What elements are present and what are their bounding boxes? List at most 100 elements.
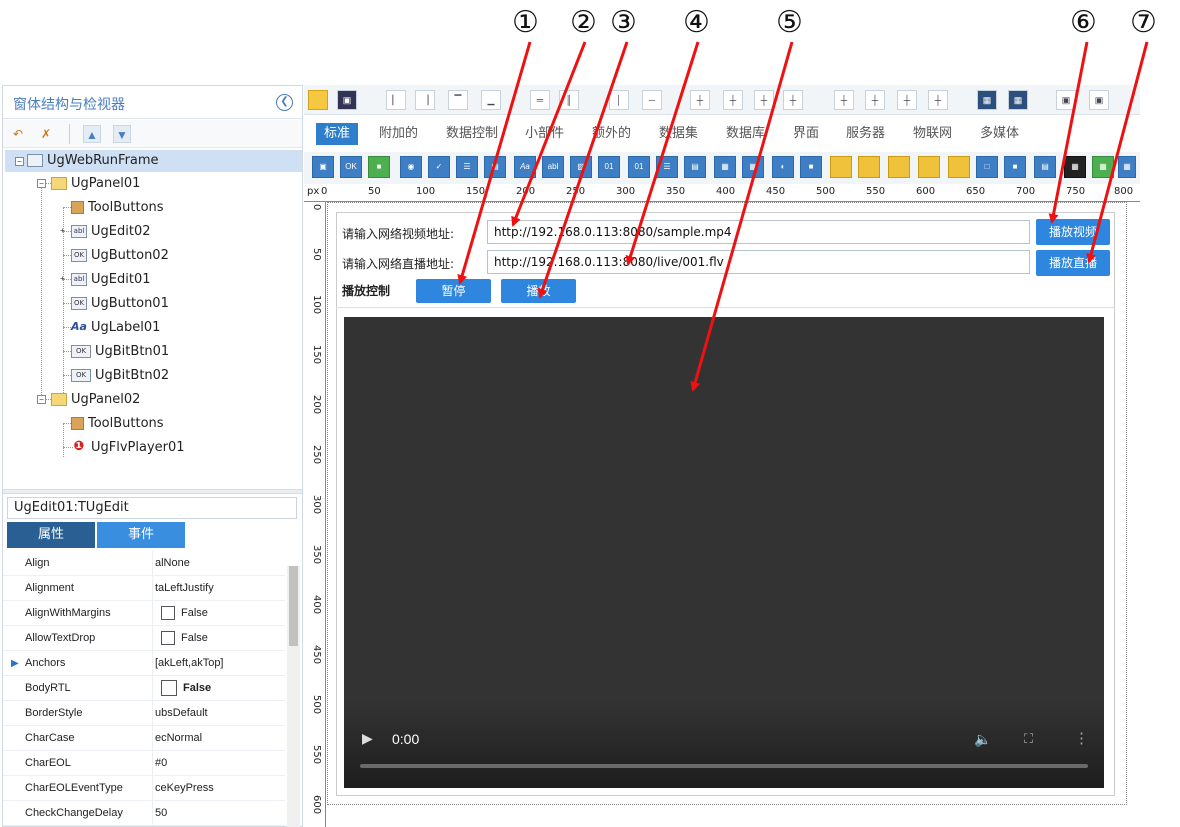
play-button[interactable]: 播放: [501, 279, 576, 303]
bring-front-icon[interactable]: ▣: [1056, 90, 1076, 110]
property-value[interactable]: ecNormal: [155, 726, 285, 751]
align-right-icon[interactable]: ▕: [415, 90, 435, 110]
film-component-icon[interactable]: ▦: [1064, 156, 1086, 178]
checkbox[interactable]: [161, 631, 175, 646]
tab-standard[interactable]: 标准: [316, 123, 359, 145]
tab-ui[interactable]: 界面: [793, 123, 819, 145]
property-row[interactable]: CheckChangeDelay 50: [3, 801, 285, 826]
play-live-button[interactable]: 播放直播: [1036, 250, 1110, 276]
property-value[interactable]: False: [155, 676, 285, 701]
folder3-component-icon[interactable]: [888, 156, 910, 178]
more-icon[interactable]: ⋮: [1074, 729, 1089, 747]
folder5-component-icon[interactable]: [948, 156, 970, 178]
property-row[interactable]: BodyRTL False: [3, 676, 285, 701]
image-component-icon[interactable]: ◐: [772, 156, 794, 178]
memo-component-icon[interactable]: ▤: [484, 156, 506, 178]
tree-node-ugpanel01[interactable]: UgPanel01: [51, 173, 140, 195]
folder4-component-icon[interactable]: [918, 156, 940, 178]
property-row[interactable]: AllowTextDrop False: [3, 626, 285, 651]
folder-component-icon[interactable]: [830, 156, 852, 178]
property-value[interactable]: taLeftJustify: [155, 576, 285, 601]
tree-node-ugwebrunframe[interactable]: UgWebRunFrame: [5, 150, 302, 172]
checkbox[interactable]: [161, 680, 177, 697]
label-component-icon[interactable]: Aa: [514, 156, 536, 178]
tab-multimedia[interactable]: 多媒体: [980, 123, 1019, 145]
doc-component-icon[interactable]: ▤: [1034, 156, 1056, 178]
tree-node-uglabel01[interactable]: Aa UgLabel01: [71, 317, 160, 339]
tab-datasets[interactable]: 数据集: [659, 123, 698, 145]
tree-node-ugpanel02[interactable]: UgPanel02: [51, 389, 140, 411]
tree-node-ugedit02[interactable]: abl UgEdit02: [71, 221, 150, 243]
tab-server[interactable]: 服务器: [846, 123, 885, 145]
send-back-icon[interactable]: ▣: [1089, 90, 1109, 110]
table-component-icon[interactable]: ▦: [1118, 156, 1136, 178]
save-icon[interactable]: ▣: [337, 90, 357, 110]
shape-component-icon[interactable]: ■: [800, 156, 822, 178]
property-value[interactable]: #0: [155, 751, 285, 776]
align-left-icon[interactable]: ▏: [386, 90, 406, 110]
undo-icon[interactable]: ↶: [9, 125, 27, 143]
panel2-component-icon[interactable]: ■: [1004, 156, 1026, 178]
equal-v-icon[interactable]: ┼: [723, 90, 743, 110]
center-v-icon[interactable]: ║: [559, 90, 579, 110]
seek-bar[interactable]: [360, 764, 1088, 768]
tab-iot[interactable]: 物联网: [913, 123, 952, 145]
property-value[interactable]: 50: [155, 801, 285, 826]
pause-button[interactable]: 暂停: [416, 279, 491, 303]
expand-toggle[interactable]: +: [58, 275, 67, 284]
property-row[interactable]: AlignWithMargins False: [3, 601, 285, 626]
volume-icon[interactable]: 🔈: [974, 731, 991, 748]
collapse-toggle[interactable]: −: [37, 179, 46, 188]
tree-node-ugflvplayer01[interactable]: ❶ UgFlvPlayer01: [71, 437, 184, 459]
layout-icon[interactable]: ▦: [1008, 90, 1028, 110]
tab-events[interactable]: 事件: [97, 522, 185, 548]
align-top-icon[interactable]: ▔: [448, 90, 468, 110]
button-component-icon[interactable]: OK: [340, 156, 362, 178]
tab-database[interactable]: 数据库: [726, 123, 765, 145]
edit-component-icon[interactable]: abl: [542, 156, 564, 178]
open-icon[interactable]: [308, 90, 328, 110]
tree-node-ugbutton02[interactable]: OK UgButton02: [71, 245, 169, 267]
property-row[interactable]: BorderStyle ubsDefault: [3, 701, 285, 726]
dec-h-icon[interactable]: ┼: [865, 90, 885, 110]
spin-component-icon[interactable]: 01: [598, 156, 620, 178]
scrollbar-thumb[interactable]: [289, 566, 298, 646]
tab-extra[interactable]: 额外的: [592, 123, 631, 145]
checkbox-component-icon[interactable]: ✓: [428, 156, 450, 178]
live-url-input[interactable]: http://192.168.0.113:8080/live/001.flv: [487, 250, 1030, 274]
collapse-toggle[interactable]: −: [37, 395, 46, 404]
tab-properties[interactable]: 属性: [7, 522, 95, 548]
radio-component-icon[interactable]: ◉: [400, 156, 422, 178]
space-h-icon[interactable]: │: [609, 90, 629, 110]
space-v-icon[interactable]: ─: [642, 90, 662, 110]
delete-undo-icon[interactable]: ✗: [37, 125, 55, 143]
inc-v-icon[interactable]: ┼: [897, 90, 917, 110]
move-up-icon[interactable]: ▲: [83, 125, 101, 143]
property-value[interactable]: [akLeft,akTop]: [155, 651, 285, 676]
date-component-icon[interactable]: ▦: [742, 156, 764, 178]
fullscreen-icon[interactable]: ⛶: [1024, 731, 1033, 747]
tree-node-ugbutton01[interactable]: OK UgButton01: [71, 293, 169, 315]
play-icon[interactable]: ▶: [362, 730, 373, 747]
move-down-icon[interactable]: ▼: [113, 125, 131, 143]
align-bottom-icon[interactable]: ▁: [481, 90, 501, 110]
spinedit-component-icon[interactable]: 01: [628, 156, 650, 178]
property-value[interactable]: alNone: [155, 551, 285, 576]
property-row[interactable]: CharEOL #0: [3, 751, 285, 776]
property-row[interactable]: CharEOLEventType ceKeyPress: [3, 776, 285, 801]
chevron-left-icon[interactable]: ❮: [276, 94, 293, 111]
property-value[interactable]: ubsDefault: [155, 701, 285, 726]
panel-component-icon[interactable]: ■: [368, 156, 390, 178]
checkbox[interactable]: [161, 606, 175, 621]
equal-h-icon[interactable]: ┼: [690, 90, 710, 110]
folder2-component-icon[interactable]: [858, 156, 880, 178]
blank-component-icon[interactable]: □: [976, 156, 998, 178]
tree-node-ugbitbtn01[interactable]: OK UgBitBtn01: [71, 341, 169, 363]
collapse-toggle[interactable]: −: [15, 157, 24, 166]
grid-component-icon[interactable]: ☰: [656, 156, 678, 178]
center-h-icon[interactable]: ═: [530, 90, 550, 110]
chart-component-icon[interactable]: ▦: [1092, 156, 1114, 178]
bitbtn-component-icon[interactable]: ▨: [570, 156, 592, 178]
tree-node-ugbitbtn02[interactable]: OK UgBitBtn02: [71, 365, 169, 387]
size-h-icon[interactable]: ┼: [754, 90, 774, 110]
